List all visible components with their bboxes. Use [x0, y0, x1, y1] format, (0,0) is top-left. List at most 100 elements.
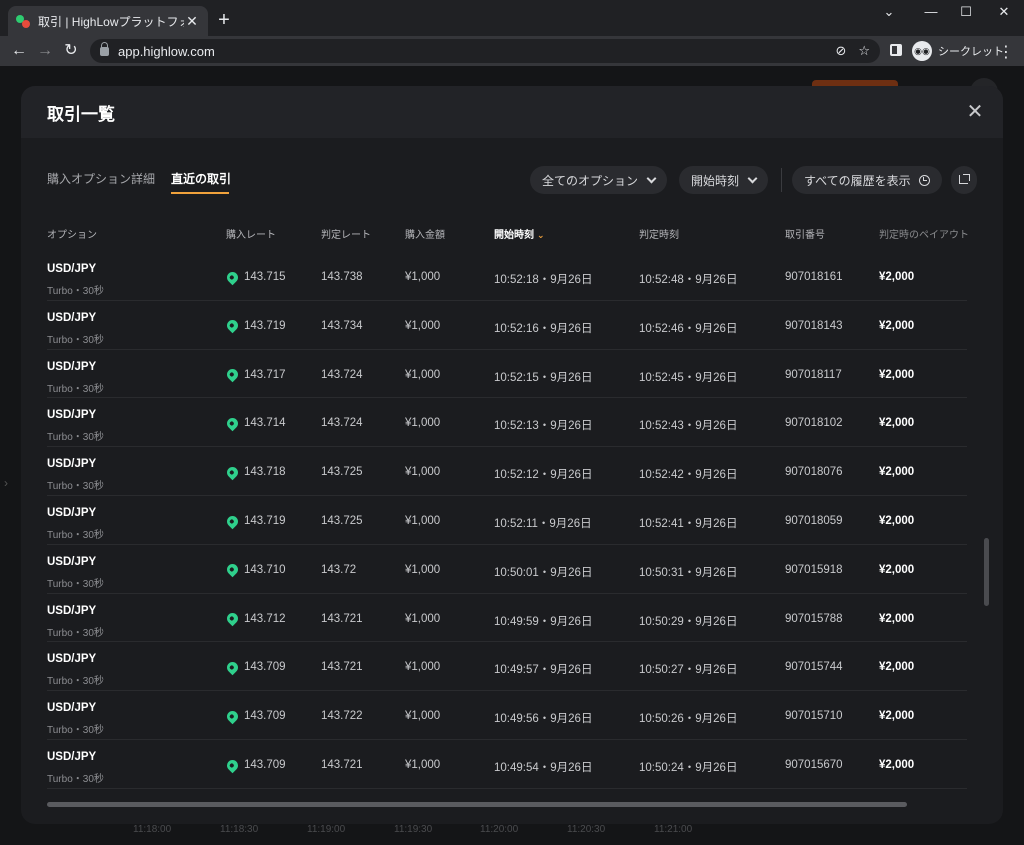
option-type: Turbo・30秒	[47, 578, 104, 590]
judge-time: 10:50:31・9月26日	[639, 566, 738, 579]
high-marker-icon	[224, 562, 241, 578]
close-icon[interactable]: ✕	[963, 100, 987, 124]
lock-icon[interactable]	[100, 41, 109, 56]
purchase-amount: ¥1,000	[405, 710, 441, 723]
trade-id: 907018143	[785, 319, 843, 332]
start-time: 10:49:59・9月26日	[494, 615, 593, 628]
payout: ¥2,000	[879, 368, 915, 381]
judge-time: 10:52:46・9月26日	[639, 322, 738, 335]
judge-time: 10:52:41・9月26日	[639, 518, 738, 530]
trade-id: 907018059	[785, 515, 843, 527]
table-row[interactable]: USD/JPY Turbo・30秒 143.709 143.721 ¥1,000 10:4…	[47, 642, 967, 692]
judge-time: 10:50:24・9月26日	[639, 762, 738, 774]
column-header-payout[interactable]: 判定時のペイアウト	[879, 226, 971, 241]
column-header-option: オプション	[47, 230, 97, 241]
back-arrow-icon[interactable]: ←	[8, 40, 30, 62]
vertical-scrollbar[interactable]	[984, 538, 989, 606]
show-all-history-button[interactable]: すべての履歴を表示	[792, 166, 942, 194]
column-header-amount[interactable]: 購入金額	[405, 226, 445, 241]
buy-rate: 143.719	[244, 319, 286, 332]
url-text[interactable]: app.highlow.com	[118, 44, 823, 59]
column-header-trade-id[interactable]: 取引番号	[785, 226, 825, 241]
payout: ¥2,000	[879, 661, 915, 674]
option-pair: USD/JPY	[47, 555, 97, 568]
trade-id: 907018161	[785, 271, 843, 283]
option-pair: USD/JPY	[47, 751, 97, 763]
table-row[interactable]: USD/JPY Turbo・30秒 143.710 143.72 ¥1,000 10:50…	[47, 545, 967, 594]
table-row[interactable]: USD/JPY Turbo・30秒 143.718 143.725 ¥1,000 10:5…	[47, 447, 967, 496]
option-type: Turbo・30秒	[47, 334, 104, 346]
start-time: 10:52:13・9月26日	[494, 420, 593, 433]
option-type: Turbo・30秒	[47, 432, 104, 444]
buy-rate: 143.714	[244, 417, 286, 430]
column-header-buy-rate[interactable]: 購入レート	[226, 226, 276, 241]
table-row[interactable]: USD/JPY Turbo・30秒 143.709 143.722 ¥1,000 10:4…	[47, 691, 967, 740]
option-type: Turbo・30秒	[47, 627, 104, 639]
purchase-amount: ¥1,000	[405, 319, 441, 332]
minimize-button[interactable]: —	[916, 4, 946, 19]
incognito-label: シークレット	[938, 46, 1004, 58]
chevron-right-icon: ›	[4, 476, 8, 490]
table-row[interactable]: USD/JPY Turbo・30秒 143.715 143.738 ¥1,000 10:5…	[47, 252, 967, 301]
high-marker-icon	[224, 269, 241, 285]
buy-rate-cell: 143.715	[224, 269, 286, 285]
tab-search-icon[interactable]: ⌄	[874, 4, 904, 20]
high-marker-icon	[224, 708, 241, 724]
start-time-sort-label: 開始時刻	[691, 173, 740, 188]
tab-close-icon[interactable]: ✕	[184, 13, 200, 30]
high-marker-icon	[224, 610, 241, 627]
column-header-judge-rate[interactable]: 判定レート	[321, 226, 371, 241]
clock-icon	[918, 174, 930, 186]
modal-toolbar: 購入オプション詳細 直近の取引 全てのオプション 開始時刻 すべての履歴を表示	[21, 138, 1003, 208]
payout: ¥2,000	[879, 563, 915, 576]
judge-rate: 143.734	[321, 319, 363, 332]
table-row[interactable]: USD/JPY Turbo・30秒 143.712 143.721 ¥1,000 10:4…	[47, 594, 967, 643]
tab-purchased-options[interactable]: 購入オプション詳細	[47, 170, 155, 187]
buy-rate: 143.719	[244, 515, 286, 527]
buy-rate: 143.715	[244, 271, 286, 283]
buy-rate-cell: 143.719	[224, 513, 286, 529]
table-row[interactable]: USD/JPY Turbo・30秒 143.719 143.725 ¥1,000 10:5…	[47, 496, 967, 545]
payout: ¥2,000	[879, 417, 915, 430]
browser-menu-icon[interactable]: ⋮	[998, 42, 1014, 62]
column-header-start-time[interactable]: 開始時刻 ⌄	[494, 226, 545, 241]
buy-rate-cell: 143.709	[224, 659, 286, 676]
external-link-icon[interactable]	[951, 166, 977, 194]
buy-rate: 143.709	[244, 661, 286, 674]
tab-recent-trades[interactable]: 直近の取引	[171, 170, 231, 187]
reload-icon[interactable]: ↻	[60, 40, 82, 62]
forward-arrow-icon[interactable]: →	[34, 40, 56, 62]
maximize-button[interactable]: ☐	[951, 4, 981, 20]
table-row[interactable]: USD/JPY Turbo・30秒 143.709 143.721 ¥1,000 10:4…	[47, 740, 967, 789]
high-marker-icon	[224, 366, 241, 383]
trade-id: 907015788	[785, 612, 843, 625]
new-tab-button[interactable]: +	[214, 10, 234, 30]
bookmark-star-icon[interactable]: ☆	[858, 43, 870, 59]
start-time: 10:49:54・9月26日	[494, 762, 593, 774]
buy-rate: 143.712	[244, 612, 286, 625]
option-pair: USD/JPY	[47, 360, 97, 373]
browser-tab[interactable]: 取引 | HighLowプラットフォーム ✕	[8, 6, 208, 36]
high-marker-icon	[224, 318, 241, 334]
trade-id: 907018076	[785, 466, 843, 479]
options-filter-dropdown[interactable]: 全てのオプション	[530, 166, 668, 194]
address-bar[interactable]: app.highlow.com ⊘ ☆	[90, 39, 880, 63]
horizontal-scrollbar[interactable]	[47, 802, 907, 807]
table-row[interactable]: USD/JPY Turbo・30秒 143.719 143.734 ¥1,000 10:5…	[47, 301, 967, 350]
column-header-judge-time[interactable]: 判定時刻	[639, 226, 679, 241]
side-panel-icon[interactable]	[890, 44, 902, 56]
toolbar-divider	[781, 168, 782, 192]
start-time: 10:52:11・9月26日	[494, 518, 592, 530]
judge-rate: 143.725	[321, 515, 363, 527]
purchase-amount: ¥1,000	[405, 466, 441, 479]
window-close-button[interactable]: ✕	[989, 4, 1019, 20]
start-time-sort-dropdown[interactable]: 開始時刻	[679, 166, 769, 194]
judge-time: 10:50:29・9月26日	[639, 615, 738, 628]
incognito-indicator[interactable]: ◉◉ シークレット	[912, 40, 1010, 62]
table-row[interactable]: USD/JPY Turbo・30秒 143.714 143.724 ¥1,000 10:5…	[47, 398, 967, 448]
table-row[interactable]: USD/JPY Turbo・30秒 143.717 143.724 ¥1,000 10:5…	[47, 350, 967, 399]
eye-off-icon[interactable]: ⊘	[835, 43, 846, 59]
judge-time: 10:52:43・9月26日	[639, 420, 738, 433]
buy-rate-cell: 143.717	[224, 366, 286, 383]
options-filter-label: 全てのオプション	[542, 173, 639, 188]
